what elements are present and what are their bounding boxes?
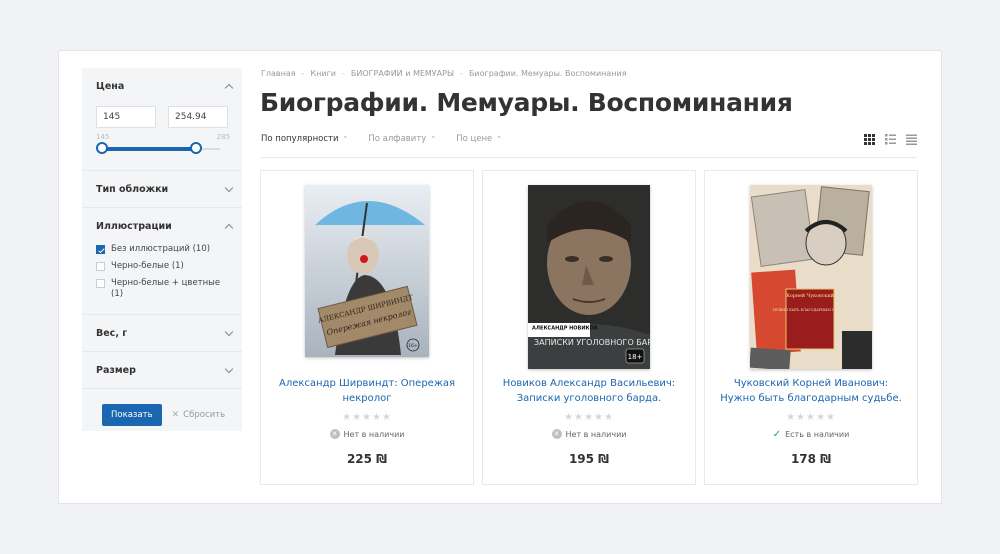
- breadcrumb-item[interactable]: БИОГРАФИИ и МЕМУАРЫ: [351, 69, 454, 78]
- rating-stars: ★★★★★: [342, 412, 392, 423]
- stock-label: Нет в наличии: [565, 429, 627, 439]
- chevron-up-icon: [224, 223, 234, 232]
- book-cover-image[interactable]: АЛЕКСАНДР ШИРВИНДТ Опережая некролог 16+: [305, 185, 429, 357]
- weight-filter: Вес, г: [82, 315, 242, 352]
- slider-knob-min[interactable]: [96, 142, 108, 154]
- sort-label: По цене: [456, 134, 493, 144]
- product-card[interactable]: АЛЕКСАНДР НОВИКОВ ЗАПИСКИ УГОЛОВНОГО БАР…: [482, 170, 696, 485]
- cover-author-text: Корней Чуковский: [786, 293, 834, 299]
- rating-stars: ★★★★★: [564, 412, 614, 423]
- weight-filter-title: Вес, г: [96, 327, 128, 339]
- chevron-down-icon: [224, 183, 234, 192]
- chevron-up-icon: ⌃: [342, 135, 349, 143]
- price-filter-header[interactable]: Цена: [82, 68, 242, 104]
- cover-title-text: ЗАПИСКИ УГОЛОВНОГО БАРДА: [534, 338, 650, 347]
- illustrations-option[interactable]: Черно-белые (1): [96, 261, 232, 272]
- chevron-down-icon: [224, 327, 234, 336]
- stock-label: Нет в наличии: [343, 429, 405, 439]
- option-label: Черно-белые (1): [111, 261, 184, 271]
- breadcrumb-separator: -: [341, 69, 345, 78]
- stock-status: ✕ Нет в наличии: [483, 429, 695, 439]
- reset-button[interactable]: ✕ Сбросить: [172, 410, 225, 420]
- breadcrumb-separator: -: [460, 69, 463, 78]
- chevron-up-icon: ⌃: [430, 135, 437, 143]
- compact-list-icon[interactable]: [906, 134, 917, 145]
- breadcrumb: Главная - Книги - БИОГРАФИИ и МЕМУАРЫ - Биогра…: [261, 69, 627, 78]
- product-grid: АЛЕКСАНДР ШИРВИНДТ Опережая некролог 16+…: [260, 170, 918, 485]
- breadcrumb-item[interactable]: Главная: [261, 69, 296, 78]
- grid-view-icon[interactable]: [864, 134, 875, 145]
- size-filter-header[interactable]: Размер: [82, 352, 242, 388]
- book-cover-image[interactable]: Корней Чуковский НУЖНО БЫТЬ БЛАГОДАРНЫМ …: [750, 185, 872, 369]
- option-label: Черно-белые + цветные (1): [111, 278, 221, 299]
- breadcrumb-separator: -: [301, 69, 305, 78]
- checkbox[interactable]: [96, 262, 105, 271]
- range-max-label: 285: [216, 133, 230, 141]
- product-card[interactable]: АЛЕКСАНДР ШИРВИНДТ Опережая некролог 16+…: [260, 170, 474, 485]
- view-mode-switcher: [864, 134, 917, 145]
- illustrations-option[interactable]: Черно-белые + цветные (1): [96, 278, 232, 300]
- product-title[interactable]: Новиков Александр Васильевич: Записки уг…: [493, 376, 685, 406]
- price-filter: Цена 145 285: [82, 68, 242, 171]
- out-of-stock-icon: ✕: [551, 429, 562, 439]
- product-price: 225 ₪: [346, 452, 388, 466]
- price-range-slider[interactable]: [96, 141, 220, 157]
- size-filter: Размер: [82, 352, 242, 389]
- range-min-label: 145: [96, 133, 110, 141]
- stock-status: ✓ Есть в наличии: [705, 429, 917, 440]
- sort-label: По популярности: [261, 134, 339, 144]
- stock-status: ✕ Нет в наличии: [261, 429, 473, 439]
- sort-price[interactable]: По цене ⌃: [456, 134, 502, 157]
- out-of-stock-icon: ✕: [329, 429, 340, 439]
- price-filter-title: Цена: [96, 80, 125, 92]
- product-price: 178 ₪: [790, 452, 832, 466]
- page-title: Биографии. Мемуары. Воспоминания: [260, 88, 793, 117]
- age-rating-text: 18+: [628, 353, 643, 361]
- age-rating-text: 16+: [408, 343, 418, 349]
- sort-alphabet[interactable]: По алфавиту ⌃: [368, 134, 436, 157]
- product-title[interactable]: Александр Ширвиндт: Опережая некролог: [271, 376, 463, 406]
- rating-stars: ★★★★★: [786, 412, 836, 423]
- filter-sidebar: Цена 145 285 Тип обложки Иллюстрации: [82, 68, 242, 431]
- sort-label: По алфавиту: [368, 134, 427, 144]
- illustrations-option[interactable]: Без иллюстраций (10): [96, 244, 232, 255]
- list-view-icon[interactable]: [885, 134, 896, 145]
- weight-filter-header[interactable]: Вес, г: [82, 315, 242, 351]
- option-label: Без иллюстраций (10): [111, 244, 211, 254]
- cover-type-filter: Тип обложки: [82, 171, 242, 208]
- sort-popularity[interactable]: По популярности ⌃: [261, 134, 348, 157]
- breadcrumb-item: Биографии. Мемуары. Воспоминания: [468, 69, 627, 78]
- chevron-up-icon: ⌃: [496, 135, 503, 143]
- checkbox[interactable]: [96, 279, 105, 288]
- product-price: 195 ₪: [568, 452, 610, 466]
- sort-bar: По популярности ⌃ По алфавиту ⌃ По цене …: [261, 134, 917, 158]
- chevron-down-icon: [224, 364, 234, 373]
- close-icon: ✕: [171, 410, 180, 420]
- breadcrumb-item[interactable]: Книги: [310, 69, 336, 78]
- slider-fill: [102, 147, 196, 151]
- cover-type-filter-title: Тип обложки: [96, 183, 169, 195]
- cover-type-filter-header[interactable]: Тип обложки: [82, 171, 242, 207]
- chevron-up-icon: [224, 83, 234, 92]
- slider-knob-max[interactable]: [190, 142, 202, 154]
- size-filter-title: Размер: [96, 364, 136, 376]
- illustrations-filter: Иллюстрации Без иллюстраций (10) Черно-б…: [82, 208, 242, 315]
- illustrations-filter-header[interactable]: Иллюстрации: [82, 208, 242, 244]
- illustrations-filter-title: Иллюстрации: [96, 220, 172, 232]
- book-cover-image[interactable]: АЛЕКСАНДР НОВИКОВ ЗАПИСКИ УГОЛОВНОГО БАР…: [528, 185, 650, 369]
- stock-label: Есть в наличии: [785, 430, 850, 439]
- reset-label: Сбросить: [183, 410, 226, 420]
- show-button[interactable]: Показать: [102, 404, 162, 426]
- product-card[interactable]: Корней Чуковский НУЖНО БЫТЬ БЛАГОДАРНЫМ …: [704, 170, 918, 485]
- product-title[interactable]: Чуковский Корней Иванович: Нужно быть бл…: [715, 376, 907, 406]
- cover-author-text: АЛЕКСАНДР НОВИКОВ: [532, 326, 598, 332]
- price-min-input[interactable]: [96, 106, 156, 128]
- price-max-input[interactable]: [168, 106, 228, 128]
- cover-title-text: НУЖНО БЫТЬ БЛАГОДАРНЫМ СУДЬБЕ: [773, 308, 847, 312]
- checkbox-checked[interactable]: [96, 245, 105, 254]
- checkmark-icon: ✓: [772, 429, 782, 440]
